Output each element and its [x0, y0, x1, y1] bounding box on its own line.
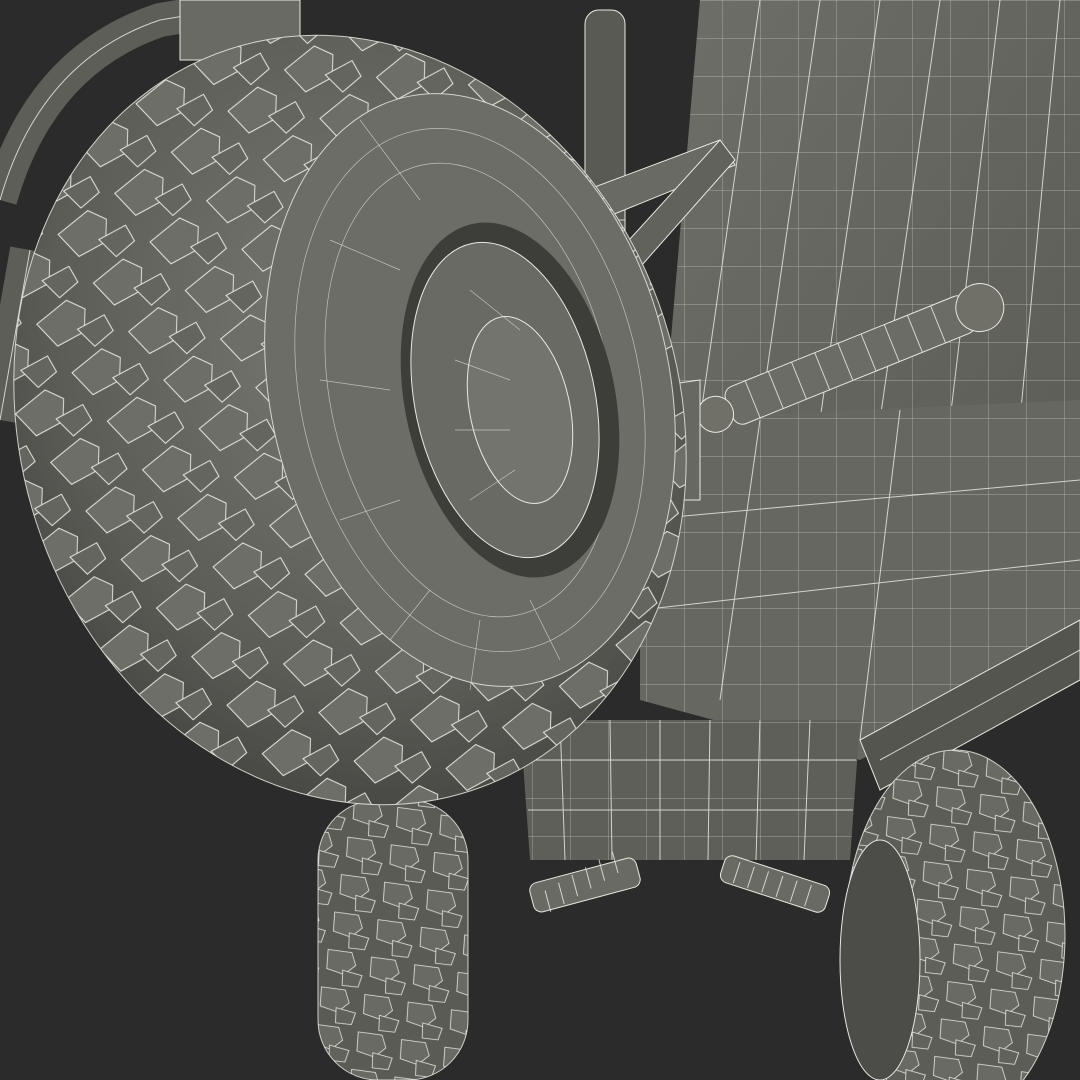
- wireframe-render-canvas: [0, 0, 1080, 1080]
- rear-left-tire: [317, 799, 469, 1080]
- skid-plate-tank: [520, 719, 860, 861]
